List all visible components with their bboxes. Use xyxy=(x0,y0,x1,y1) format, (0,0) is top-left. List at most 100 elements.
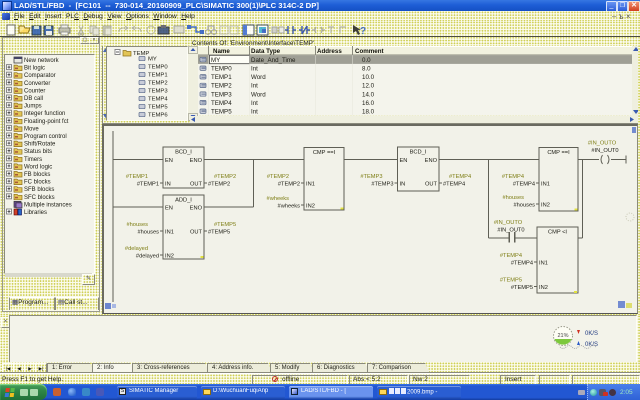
svg-text:EN: EN xyxy=(400,158,408,164)
svg-text:TEMP1: TEMP1 xyxy=(211,74,232,81)
svg-text:Libraries: Libraries xyxy=(24,210,47,216)
svg-text:#TEMP2: #TEMP2 xyxy=(214,174,236,180)
svg-text:IN: IN xyxy=(165,182,171,188)
svg-text:Multiple instances: Multiple instances xyxy=(24,202,72,208)
svg-text:Int: Int xyxy=(251,66,258,73)
svg-text:Int: Int xyxy=(251,109,258,116)
svg-text:16.0: 16.0 xyxy=(362,100,375,107)
svg-text:IN2: IN2 xyxy=(541,203,550,209)
svg-text:EN: EN xyxy=(165,158,173,164)
svg-text:#IN_OUTO: #IN_OUTO xyxy=(494,220,523,226)
svg-text:#houses: #houses xyxy=(137,230,159,236)
svg-text:Timers: Timers xyxy=(24,157,42,163)
svg-text:#TEMP2: #TEMP2 xyxy=(267,174,289,180)
svg-text:ENO: ENO xyxy=(190,158,203,164)
svg-text:IN1: IN1 xyxy=(165,230,174,236)
svg-text:Move: Move xyxy=(24,126,39,132)
svg-text:TEMP5: TEMP5 xyxy=(148,105,168,111)
svg-text:#TEMP5: #TEMP5 xyxy=(214,222,236,228)
svg-text:#houses: #houses xyxy=(502,195,524,201)
svg-text:Contents Of: 'Environment\Inte: Contents Of: 'Environment\Interface\TEMP… xyxy=(192,40,314,47)
svg-text:Name: Name xyxy=(213,48,230,55)
svg-text:TEMP3: TEMP3 xyxy=(211,91,232,98)
svg-text:#TEMP4: #TEMP4 xyxy=(449,174,471,180)
svg-text:Converter: Converter xyxy=(24,81,50,87)
svg-text:TEMP5: TEMP5 xyxy=(211,109,232,116)
svg-text:#TEMP5: #TEMP5 xyxy=(500,278,522,284)
svg-text:#houses: #houses xyxy=(513,203,535,209)
svg-text:#wheeks: #wheeks xyxy=(278,204,301,210)
svg-text:#TEMP4: #TEMP4 xyxy=(502,174,524,180)
svg-text:#houses: #houses xyxy=(126,222,148,228)
svg-text:21%: 21% xyxy=(557,333,568,339)
svg-text:New network: New network xyxy=(24,58,60,64)
svg-text:IN1: IN1 xyxy=(539,261,548,267)
svg-text:FC blocks: FC blocks xyxy=(24,180,51,186)
svg-text:BCD_I: BCD_I xyxy=(175,150,192,156)
svg-text:#IN_OUT0: #IN_OUT0 xyxy=(591,148,618,154)
svg-text:IN2: IN2 xyxy=(306,204,315,210)
svg-text:#TEMP3: #TEMP3 xyxy=(360,174,382,180)
svg-text:#TEMP2: #TEMP2 xyxy=(278,182,300,188)
svg-text:SFC blocks: SFC blocks xyxy=(24,195,55,201)
svg-text:DB call: DB call xyxy=(24,96,43,102)
svg-text:FB blocks: FB blocks xyxy=(24,172,50,178)
svg-text:TEMP2: TEMP2 xyxy=(148,81,168,87)
svg-text:#IN_OUT0: #IN_OUT0 xyxy=(497,228,524,234)
svg-text:TEMP2: TEMP2 xyxy=(211,83,232,90)
svg-text:0.0: 0.0 xyxy=(362,57,371,64)
svg-text:0K/S: 0K/S xyxy=(585,331,598,337)
svg-text:Status bits: Status bits xyxy=(24,149,52,155)
svg-text:Word: Word xyxy=(251,91,266,98)
svg-text:MY: MY xyxy=(148,57,157,63)
svg-text:#TEMP3: #TEMP3 xyxy=(371,182,393,188)
svg-text:Date_And_Time: Date_And_Time xyxy=(251,57,296,64)
svg-text:Program control: Program control xyxy=(24,134,67,140)
svg-text:Comment: Comment xyxy=(355,48,384,55)
svg-text:Int: Int xyxy=(251,83,258,90)
svg-text:0K/S: 0K/S xyxy=(585,342,598,348)
svg-text:TEMP4: TEMP4 xyxy=(148,97,168,103)
svg-text:#delayed: #delayed xyxy=(125,246,148,252)
svg-text:ENO: ENO xyxy=(425,158,438,164)
svg-text:ADD_I: ADD_I xyxy=(175,198,192,204)
svg-text:SFB blocks: SFB blocks xyxy=(24,187,54,193)
svg-text:Address: Address xyxy=(317,48,342,55)
svg-text:IN: IN xyxy=(400,182,406,188)
svg-text:Word: Word xyxy=(251,74,266,81)
svg-text:OUT: OUT xyxy=(425,182,438,188)
svg-text:12.0: 12.0 xyxy=(362,83,375,90)
svg-text:Data Type: Data Type xyxy=(251,48,281,55)
svg-text:OUT: OUT xyxy=(190,230,203,236)
svg-text:CMP <I: CMP <I xyxy=(548,230,567,236)
svg-text:Jumps: Jumps xyxy=(24,104,42,110)
svg-text:Comparator: Comparator xyxy=(24,73,56,79)
svg-text:?: ? xyxy=(360,26,366,36)
svg-text:#TEMP1: #TEMP1 xyxy=(126,174,148,180)
svg-text:#TEMP4: #TEMP4 xyxy=(443,182,465,188)
svg-text:#wheeks: #wheeks xyxy=(267,196,290,202)
svg-text:CMP ==I: CMP ==I xyxy=(547,150,570,156)
svg-text:MY: MY xyxy=(211,57,220,64)
svg-text:Integer function: Integer function xyxy=(24,111,65,117)
svg-text:BCD_I: BCD_I xyxy=(410,150,427,156)
svg-text:TEMP1: TEMP1 xyxy=(148,73,168,79)
svg-text:CMP ==I: CMP ==I xyxy=(313,150,336,156)
svg-text:18.0: 18.0 xyxy=(362,109,375,116)
svg-text:#TEMP2: #TEMP2 xyxy=(208,182,230,188)
svg-text:TEMP3: TEMP3 xyxy=(148,89,168,95)
svg-text:#TEMP4: #TEMP4 xyxy=(500,253,522,259)
svg-text:IN1: IN1 xyxy=(541,182,550,188)
svg-text:Word logic: Word logic xyxy=(24,164,52,170)
svg-text:ENO: ENO xyxy=(190,206,203,212)
svg-text:#TEMP5: #TEMP5 xyxy=(511,285,533,291)
svg-text:IN1: IN1 xyxy=(306,182,315,188)
svg-text:TEMP4: TEMP4 xyxy=(211,100,232,107)
svg-text:#delayed: #delayed xyxy=(136,254,159,260)
svg-text:Bit logic: Bit logic xyxy=(24,66,45,72)
svg-text:IN2: IN2 xyxy=(165,254,174,260)
svg-text:Floating-point fct: Floating-point fct xyxy=(24,119,69,125)
svg-text:EN: EN xyxy=(165,206,173,212)
svg-text:#TEMP5: #TEMP5 xyxy=(208,230,230,236)
svg-text:Counter: Counter xyxy=(24,88,45,94)
